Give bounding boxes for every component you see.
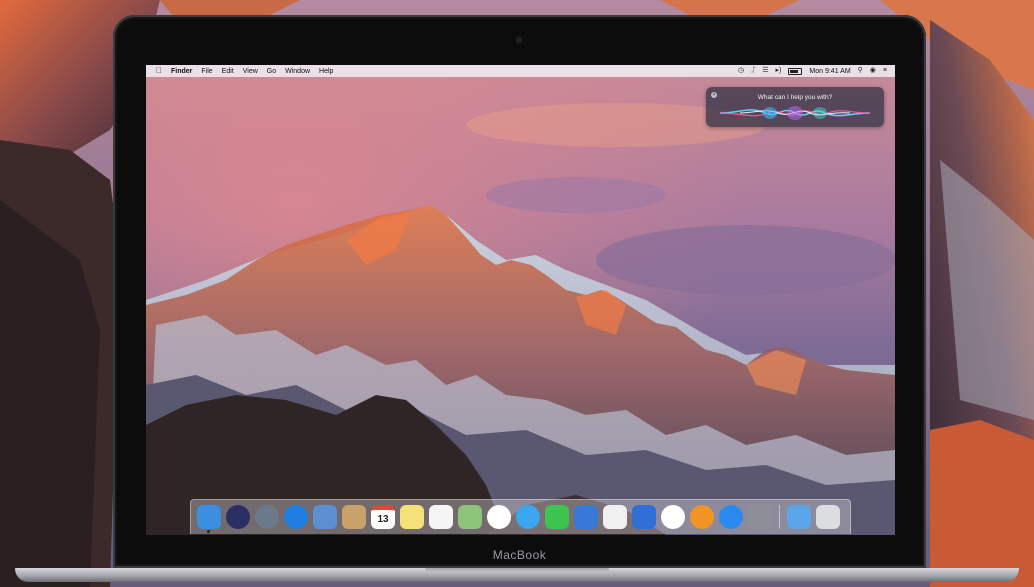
messages-icon[interactable] bbox=[516, 505, 540, 529]
apple-icon[interactable]:  bbox=[156, 67, 162, 75]
trash-icon[interactable] bbox=[816, 505, 840, 529]
device-label: MacBook bbox=[492, 548, 547, 562]
keynote-icon[interactable] bbox=[574, 505, 598, 529]
bluetooth-icon[interactable]: ᛢ bbox=[751, 67, 755, 75]
siri-prompt: What can I help you with? bbox=[757, 94, 833, 101]
menu-bar:  Finder File Edit View Go Window Help ◷… bbox=[146, 65, 895, 77]
menu-view[interactable]: View bbox=[243, 68, 258, 75]
volume-icon[interactable]: ▸) bbox=[776, 67, 782, 75]
maps-icon[interactable] bbox=[458, 505, 482, 529]
time-machine-icon[interactable]: ◷ bbox=[738, 67, 744, 75]
dock: 13 bbox=[190, 499, 851, 534]
facetime-icon[interactable] bbox=[545, 505, 569, 529]
itunes-icon[interactable] bbox=[661, 505, 685, 529]
ibooks-icon[interactable] bbox=[690, 505, 714, 529]
launchpad-icon[interactable] bbox=[255, 505, 279, 529]
menu-file[interactable]: File bbox=[201, 68, 212, 75]
wifi-icon[interactable]: ☰ bbox=[762, 67, 768, 75]
mail-icon[interactable] bbox=[313, 505, 337, 529]
running-indicator bbox=[207, 530, 210, 533]
desktop-wallpaper bbox=[146, 65, 895, 535]
calendar-date: 13 bbox=[377, 514, 389, 525]
reminders-icon[interactable] bbox=[429, 505, 453, 529]
downloads-folder-icon[interactable] bbox=[787, 505, 811, 529]
system-preferences-icon[interactable] bbox=[748, 505, 772, 529]
screen:  Finder File Edit View Go Window Help ◷… bbox=[146, 65, 895, 535]
menu-edit[interactable]: Edit bbox=[222, 68, 234, 75]
app-store-icon[interactable] bbox=[719, 505, 743, 529]
dock-separator bbox=[779, 505, 780, 529]
spotlight-icon[interactable]: ⚲ bbox=[858, 67, 863, 75]
menu-clock[interactable]: Mon 9:41 AM bbox=[809, 68, 850, 75]
camera-icon bbox=[516, 37, 522, 43]
siri-icon[interactable]: ◉ bbox=[870, 67, 876, 75]
menu-go[interactable]: Go bbox=[267, 68, 276, 75]
notes-icon[interactable] bbox=[400, 505, 424, 529]
safari-icon[interactable] bbox=[284, 505, 308, 529]
menu-window[interactable]: Window bbox=[285, 68, 310, 75]
menu-help[interactable]: Help bbox=[319, 68, 333, 75]
calendar-icon[interactable]: 13 bbox=[371, 505, 395, 529]
keynote-podium-icon[interactable] bbox=[632, 505, 656, 529]
contacts-icon[interactable] bbox=[342, 505, 366, 529]
siri-waveform-icon bbox=[720, 106, 870, 120]
notification-center-icon[interactable]: ≡ bbox=[883, 67, 887, 75]
siri-icon[interactable] bbox=[226, 505, 250, 529]
laptop-notch bbox=[425, 568, 609, 573]
menu-app-name[interactable]: Finder bbox=[171, 68, 192, 75]
numbers-icon[interactable] bbox=[603, 505, 627, 529]
siri-panel[interactable]: × What can I help you with? bbox=[706, 87, 884, 127]
finder-icon[interactable] bbox=[197, 505, 221, 533]
battery-icon[interactable] bbox=[788, 67, 803, 75]
photos-icon[interactable] bbox=[487, 505, 511, 529]
